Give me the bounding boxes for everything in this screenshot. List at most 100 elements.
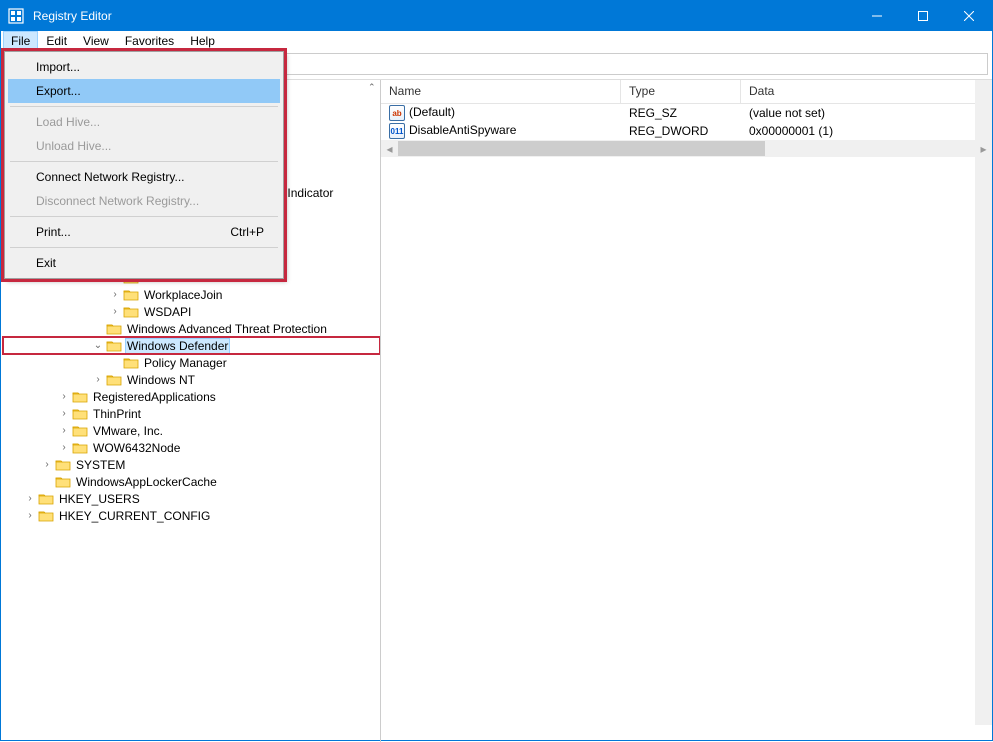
- values-header: Name Type Data: [381, 80, 992, 104]
- maximize-button[interactable]: [900, 1, 946, 31]
- tree-node-label: Windows Advanced Threat Protection: [125, 322, 329, 336]
- menu-favorites[interactable]: Favorites: [117, 31, 182, 51]
- menu-edit[interactable]: Edit: [38, 31, 75, 51]
- tree-node[interactable]: › ThinPrint: [3, 405, 380, 422]
- menu-import[interactable]: Import...: [8, 55, 280, 79]
- window-title: Registry Editor: [31, 9, 854, 23]
- twisty-none: [41, 476, 53, 488]
- folder-icon: [72, 441, 88, 455]
- tree-node-selected[interactable]: ⌄ Windows Defender: [3, 337, 380, 354]
- folder-icon: [106, 373, 122, 387]
- value-name-cell: 011 DisableAntiSpyware: [381, 123, 621, 140]
- tree-node[interactable]: › WSDAPI: [3, 303, 380, 320]
- reg-binary-icon: 011: [389, 123, 405, 139]
- menu-file[interactable]: File: [3, 31, 38, 51]
- close-button[interactable]: [946, 1, 992, 31]
- folder-icon: [123, 356, 139, 370]
- menu-separator: [10, 247, 278, 248]
- chevron-right-icon[interactable]: ›: [58, 442, 70, 454]
- tree-node-label: Policy Manager: [142, 356, 229, 370]
- minimize-button[interactable]: [854, 1, 900, 31]
- menu-print[interactable]: Print... Ctrl+P: [8, 220, 280, 244]
- menu-separator: [10, 161, 278, 162]
- folder-icon: [72, 407, 88, 421]
- folder-icon: [72, 424, 88, 438]
- chevron-right-icon[interactable]: ›: [58, 391, 70, 403]
- folder-icon: [106, 322, 122, 336]
- menu-load-hive: Load Hive...: [8, 110, 280, 134]
- value-row[interactable]: ab(Default)REG_SZ(value not set): [381, 104, 992, 122]
- file-menu-dropdown: Import... Export... Load Hive... Unload …: [4, 51, 284, 279]
- folder-icon: [106, 339, 122, 353]
- scroll-right-icon[interactable]: ▸: [975, 140, 992, 157]
- tree-node-label: WindowsAppLockerCache: [74, 475, 219, 489]
- menu-print-label: Print...: [36, 225, 71, 239]
- column-name[interactable]: Name: [381, 80, 621, 103]
- value-name: DisableAntiSpyware: [409, 123, 516, 137]
- tree-node[interactable]: › HKEY_CURRENT_CONFIG: [3, 507, 380, 524]
- menu-separator: [10, 106, 278, 107]
- value-name-cell: ab(Default): [381, 105, 621, 122]
- folder-icon: [38, 509, 54, 523]
- values-vscrollbar[interactable]: [975, 80, 992, 725]
- tree-node[interactable]: › HKEY_USERS: [3, 490, 380, 507]
- tree-node[interactable]: WindowsAppLockerCache: [3, 473, 380, 490]
- tree-node-label: VMware, Inc.: [91, 424, 165, 438]
- menu-connect-network[interactable]: Connect Network Registry...: [8, 165, 280, 189]
- menu-help[interactable]: Help: [182, 31, 223, 51]
- tree-node-label: WSDAPI: [142, 305, 193, 319]
- menu-disconnect-network: Disconnect Network Registry...: [8, 189, 280, 213]
- chevron-right-icon[interactable]: ›: [24, 493, 36, 505]
- scroll-thumb[interactable]: [398, 141, 765, 156]
- tree-node[interactable]: ›SYSTEM: [3, 456, 380, 473]
- scroll-left-icon[interactable]: ◂: [381, 140, 398, 157]
- tree-node-label: HKEY_USERS: [57, 492, 142, 506]
- chevron-right-icon[interactable]: ›: [92, 374, 104, 386]
- values-pane: Name Type Data ab(Default)REG_SZ(value n…: [381, 80, 992, 742]
- tree-node[interactable]: › VMware, Inc.: [3, 422, 380, 439]
- chevron-right-icon[interactable]: ›: [58, 408, 70, 420]
- chevron-right-icon[interactable]: ›: [24, 510, 36, 522]
- tree-node-label: Windows NT: [125, 373, 197, 387]
- tree-node-label: Windows Defender: [125, 338, 230, 354]
- titlebar[interactable]: Registry Editor: [1, 1, 992, 31]
- chevron-right-icon[interactable]: ›: [109, 306, 121, 318]
- folder-icon: [55, 475, 71, 489]
- tree-node[interactable]: Policy Manager: [3, 354, 380, 371]
- chevron-down-icon[interactable]: ⌄: [92, 340, 104, 352]
- app-icon: [1, 1, 31, 31]
- menu-view[interactable]: View: [75, 31, 117, 51]
- column-data[interactable]: Data: [741, 80, 992, 103]
- chevron-right-icon[interactable]: ›: [58, 425, 70, 437]
- tree-node[interactable]: › WOW6432Node: [3, 439, 380, 456]
- value-row[interactable]: 011DisableAntiSpywareREG_DWORD0x00000001…: [381, 122, 992, 140]
- values-hscrollbar[interactable]: ◂ ▸: [381, 140, 992, 157]
- collapse-icon[interactable]: ⌃: [368, 82, 378, 92]
- value-data-cell: (value not set): [741, 106, 992, 120]
- menu-export[interactable]: Export...: [8, 79, 280, 103]
- tree-node-label: HKEY_CURRENT_CONFIG: [57, 509, 212, 523]
- tree-node[interactable]: › WorkplaceJoin: [3, 286, 380, 303]
- tree-node-label: WOW6432Node: [91, 441, 182, 455]
- chevron-right-icon[interactable]: ›: [109, 289, 121, 301]
- menu-exit[interactable]: Exit: [8, 251, 280, 275]
- menu-separator: [10, 216, 278, 217]
- scroll-track[interactable]: [398, 140, 975, 157]
- tree-node-label: ThinPrint: [91, 407, 143, 421]
- value-type-cell: REG_SZ: [621, 106, 741, 120]
- column-type[interactable]: Type: [621, 80, 741, 103]
- window-controls: [854, 1, 992, 31]
- reg-string-icon: ab: [389, 105, 405, 121]
- menu-unload-hive: Unload Hive...: [8, 134, 280, 158]
- tree-node[interactable]: Windows Advanced Threat Protection: [3, 320, 380, 337]
- twisty-none: [92, 323, 104, 335]
- chevron-right-icon[interactable]: ›: [41, 459, 53, 471]
- tree-node[interactable]: › Windows NT: [3, 371, 380, 388]
- tree-node[interactable]: › RegisteredApplications: [3, 388, 380, 405]
- value-type-cell: REG_DWORD: [621, 124, 741, 138]
- tree-node-label: WorkplaceJoin: [142, 288, 224, 302]
- tree-node-label: RegisteredApplications: [91, 390, 218, 404]
- folder-icon: [38, 492, 54, 506]
- values-list[interactable]: ab(Default)REG_SZ(value not set)011Disab…: [381, 104, 992, 140]
- menubar: File Edit View Favorites Help: [1, 31, 992, 51]
